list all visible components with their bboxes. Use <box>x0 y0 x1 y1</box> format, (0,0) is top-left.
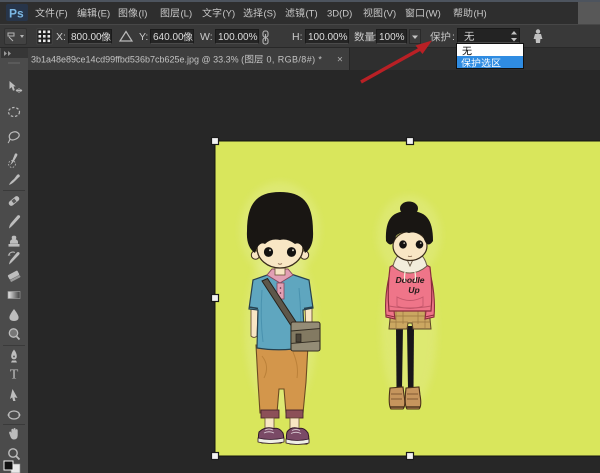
svg-text:T: T <box>10 368 19 383</box>
svg-text:(H): (H) <box>474 9 487 20</box>
svg-text:(V): (V) <box>384 9 397 20</box>
svg-text:(L): (L) <box>181 9 193 20</box>
svg-text:100.00%: 100.00% <box>308 32 348 43</box>
svg-text:(Y): (Y) <box>223 9 236 20</box>
svg-text:Y:: Y: <box>139 31 148 43</box>
svg-text::: : <box>374 31 377 43</box>
svg-text:640.00: 640.00 <box>153 32 184 43</box>
svg-text:(F): (F) <box>56 9 68 20</box>
svg-text:Doodle: Doodle <box>395 275 424 285</box>
svg-text:Ps: Ps <box>9 7 24 21</box>
svg-text:W:: W: <box>200 31 213 43</box>
svg-text:100.00%: 100.00% <box>218 32 258 43</box>
svg-text::: : <box>452 31 455 43</box>
svg-text:3b1a48e89ce14cd99ffbd536b7cb62: 3b1a48e89ce14cd99ffbd536b7cb625e.jpg @ 3… <box>31 55 244 65</box>
svg-text:Up: Up <box>408 285 419 295</box>
svg-text:(W): (W) <box>426 9 441 20</box>
svg-text:H:: H: <box>292 31 303 43</box>
svg-text:(E): (E) <box>98 9 111 20</box>
svg-text:(I): (I) <box>139 9 148 20</box>
svg-text:×: × <box>337 55 343 66</box>
svg-text:3D(D): 3D(D) <box>327 9 352 20</box>
svg-text:(S): (S) <box>264 9 277 20</box>
svg-text:100%: 100% <box>379 32 405 43</box>
svg-text:X:: X: <box>56 31 66 43</box>
svg-text:0, RGB/8#) *: 0, RGB/8#) * <box>267 55 323 65</box>
svg-text:(T): (T) <box>306 9 318 20</box>
svg-text:800.00: 800.00 <box>71 32 102 43</box>
